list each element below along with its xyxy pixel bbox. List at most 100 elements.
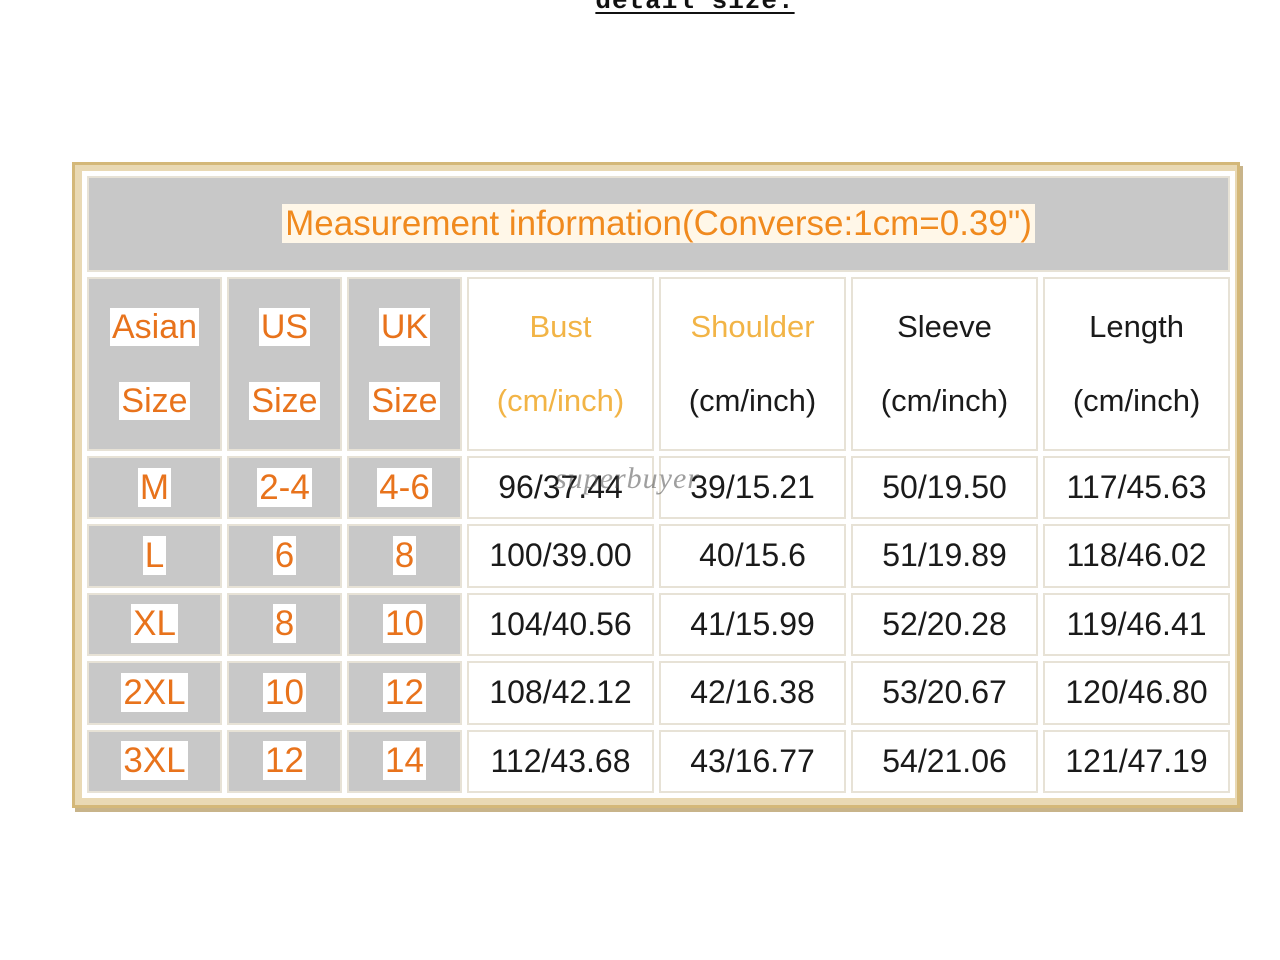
cell-us-size: 6 bbox=[227, 524, 342, 588]
cell-value: 12 bbox=[263, 741, 306, 781]
cell-value: M bbox=[137, 467, 172, 507]
cell-value: 117/45.63 bbox=[1066, 469, 1207, 506]
header-sublabel: Size bbox=[119, 381, 190, 420]
cell-uk-size: 12 bbox=[347, 661, 462, 725]
cell-value: 120/46.80 bbox=[1065, 674, 1208, 711]
cell-value: 6 bbox=[272, 535, 297, 575]
cell-bust: 112/43.68 bbox=[467, 729, 654, 793]
cell-value: 40/15.6 bbox=[699, 537, 806, 574]
cell-asian-size: XL bbox=[87, 592, 222, 657]
header-label: Shoulder bbox=[690, 308, 815, 344]
cell-value: 50/19.50 bbox=[882, 469, 1007, 506]
cell-value: 3XL bbox=[121, 741, 188, 781]
cell-uk-size: 14 bbox=[347, 729, 462, 793]
cell-sleeve: 53/20.67 bbox=[851, 661, 1038, 725]
size-chart: Measurement information(Converse:1cm=0.3… bbox=[72, 162, 1240, 808]
cell-us-size: 12 bbox=[227, 729, 342, 793]
header-us-size: US Size bbox=[227, 277, 342, 451]
header-unit: (cm/inch) bbox=[496, 382, 625, 418]
header-unit: (cm/inch) bbox=[880, 382, 1009, 418]
cell-value: 4-6 bbox=[377, 467, 432, 507]
cell-bust: 100/39.00 bbox=[467, 524, 654, 588]
cell-value: 8 bbox=[392, 535, 417, 575]
cell-value: 10 bbox=[263, 672, 306, 712]
cell-value: 121/47.19 bbox=[1065, 742, 1208, 779]
cell-length: 121/47.19 bbox=[1043, 729, 1231, 793]
table-row: XL 8 10 104/40.56 41/15.99 52/20.28 119/46.41 bbox=[87, 592, 1231, 657]
cell-uk-size: 10 bbox=[347, 592, 462, 657]
cell-sleeve: 52/20.28 bbox=[851, 592, 1038, 657]
cell-value: 100/39.00 bbox=[489, 537, 632, 574]
header-label: Bust bbox=[529, 308, 592, 344]
cell-value: 39/15.21 bbox=[690, 469, 815, 506]
cell-value: 10 bbox=[383, 604, 426, 644]
cell-bust: 96/37.44 bbox=[467, 455, 654, 520]
cell-shoulder: 42/16.38 bbox=[659, 661, 846, 725]
cell-value: 118/46.02 bbox=[1066, 537, 1207, 574]
cell-uk-size: 8 bbox=[347, 524, 462, 588]
cell-value: 12 bbox=[383, 672, 426, 712]
cell-value: 54/21.06 bbox=[882, 742, 1007, 779]
header-sublabel: Size bbox=[249, 381, 320, 420]
cell-bust: 108/42.12 bbox=[467, 661, 654, 725]
cell-length: 119/46.41 bbox=[1043, 592, 1231, 657]
cell-value: 96/37.44 bbox=[498, 469, 623, 506]
cell-us-size: 2-4 bbox=[227, 455, 342, 520]
table-row: 3XL 12 14 112/43.68 43/16.77 54/21.06 121/47.1… bbox=[87, 729, 1231, 793]
header-bust: Bust (cm/inch) bbox=[467, 277, 654, 451]
cell-asian-size: 2XL bbox=[87, 661, 222, 725]
cell-value: 112/43.68 bbox=[490, 742, 631, 779]
cell-value: 53/20.67 bbox=[882, 674, 1007, 711]
cell-bust: 104/40.56 bbox=[467, 592, 654, 657]
cell-shoulder: 40/15.6 bbox=[659, 524, 846, 588]
table-title-cell: Measurement information(Converse:1cm=0.3… bbox=[87, 176, 1231, 273]
header-length: Length (cm/inch) bbox=[1043, 277, 1231, 451]
table-row: L 6 8 100/39.00 40/15.6 51/19.89 118/46.02 bbox=[87, 524, 1231, 588]
header-label: Sleeve bbox=[897, 308, 992, 344]
table-title: Measurement information(Converse:1cm=0.3… bbox=[282, 204, 1035, 244]
header-label: Length bbox=[1089, 308, 1184, 344]
size-table: Measurement information(Converse:1cm=0.3… bbox=[82, 171, 1236, 798]
header-shoulder: Shoulder (cm/inch) bbox=[659, 277, 846, 451]
cell-value: 43/16.77 bbox=[690, 742, 815, 779]
caption-text: detail size: bbox=[595, 0, 795, 16]
cell-value: 119/46.41 bbox=[1066, 605, 1207, 642]
cell-sleeve: 51/19.89 bbox=[851, 524, 1038, 588]
cell-value: 104/40.56 bbox=[489, 605, 632, 642]
cell-uk-size: 4-6 bbox=[347, 455, 462, 520]
header-sleeve: Sleeve (cm/inch) bbox=[851, 277, 1038, 451]
cell-value: 42/16.38 bbox=[690, 674, 815, 711]
table-row: 2XL 10 12 108/42.12 42/16.38 53/20.67 120/46.8… bbox=[87, 661, 1231, 725]
cell-value: 2-4 bbox=[257, 467, 312, 507]
cell-value: 14 bbox=[383, 741, 426, 781]
cell-us-size: 10 bbox=[227, 661, 342, 725]
header-row: Asian Size US Size UK Size Bust (cm/inch… bbox=[87, 277, 1231, 451]
cell-value: 8 bbox=[272, 604, 297, 644]
header-unit: (cm/inch) bbox=[688, 382, 817, 418]
header-uk-size: UK Size bbox=[347, 277, 462, 451]
cell-value: 41/15.99 bbox=[690, 605, 815, 642]
cell-value: 52/20.28 bbox=[882, 605, 1007, 642]
cell-sleeve: 50/19.50 bbox=[851, 455, 1038, 520]
cell-shoulder: 41/15.99 bbox=[659, 592, 846, 657]
header-label: Asian bbox=[109, 307, 200, 346]
cell-length: 120/46.80 bbox=[1043, 661, 1231, 725]
cell-value: L bbox=[142, 535, 167, 575]
cell-length: 117/45.63 bbox=[1043, 455, 1231, 520]
cell-asian-size: 3XL bbox=[87, 729, 222, 793]
cell-value: 51/19.89 bbox=[882, 537, 1007, 574]
cell-shoulder: 43/16.77 bbox=[659, 729, 846, 793]
header-asian-size: Asian Size bbox=[87, 277, 222, 451]
header-unit: (cm/inch) bbox=[1072, 382, 1201, 418]
cell-shoulder: 39/15.21 bbox=[659, 455, 846, 520]
cell-value: XL bbox=[131, 604, 178, 644]
cell-sleeve: 54/21.06 bbox=[851, 729, 1038, 793]
cell-asian-size: L bbox=[87, 524, 222, 588]
header-sublabel: Size bbox=[369, 381, 440, 420]
cell-us-size: 8 bbox=[227, 592, 342, 657]
caption: detail size: bbox=[0, 0, 1280, 16]
cell-value: 108/42.12 bbox=[489, 674, 632, 711]
cell-length: 118/46.02 bbox=[1043, 524, 1231, 588]
cell-asian-size: M bbox=[87, 455, 222, 520]
table-row: M 2-4 4-6 96/37.44 39/15.21 50/19.50 117/45.63 bbox=[87, 455, 1231, 520]
